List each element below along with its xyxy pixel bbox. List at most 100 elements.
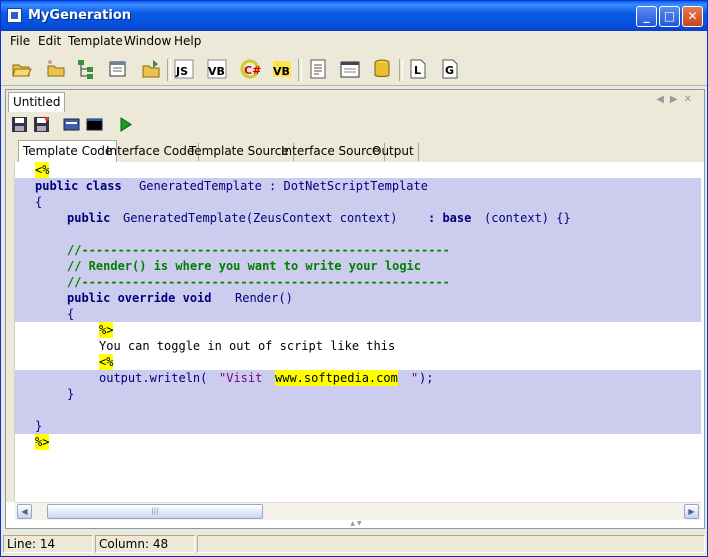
menu-help[interactable]: Help bbox=[174, 34, 201, 48]
code-line: %> bbox=[15, 322, 701, 338]
code-line: You can toggle in out of script like thi… bbox=[15, 338, 701, 354]
code-string: "Visit bbox=[219, 371, 270, 385]
code-tab-strip: Template Code Interface Code Template So… bbox=[6, 138, 704, 163]
code-text: Render() bbox=[235, 291, 293, 305]
code-line: public class GeneratedTemplate : DotNetS… bbox=[15, 178, 701, 194]
literal-text: You can toggle in out of script like thi… bbox=[99, 339, 396, 353]
open-folder-icon[interactable] bbox=[11, 58, 33, 80]
document-tab-bar: Untitled ◀▶✕ bbox=[6, 90, 704, 113]
status-bar: Line: 14 Column: 48 bbox=[1, 532, 707, 556]
code-line: } bbox=[15, 386, 701, 402]
window-list-icon[interactable] bbox=[339, 58, 361, 80]
maximize-button[interactable]: □ bbox=[659, 6, 680, 27]
code-line: <% bbox=[15, 354, 701, 370]
save-icon[interactable] bbox=[11, 116, 28, 133]
script-close-marker: %> bbox=[35, 434, 50, 450]
code-editor[interactable]: <% public class GeneratedTemplate : DotN… bbox=[15, 162, 701, 502]
save-as-icon[interactable] bbox=[33, 116, 50, 133]
code-text: } bbox=[67, 387, 75, 401]
window-title: MyGeneration bbox=[28, 8, 132, 23]
code-text: output.writeln( bbox=[99, 371, 208, 385]
svg-text:G: G bbox=[445, 64, 454, 77]
code-text: GeneratedTemplate(ZeusContext context) bbox=[123, 211, 405, 225]
code-text: GeneratedTemplate : DotNetScriptTemplate bbox=[139, 179, 428, 193]
code-line: %> bbox=[15, 434, 701, 450]
status-column: Column: 48 bbox=[95, 535, 195, 553]
code-text: ); bbox=[419, 371, 434, 385]
vb-script-icon[interactable]: VB bbox=[206, 58, 228, 80]
minimize-button[interactable]: _ bbox=[636, 6, 657, 27]
code-line: // Render() is where you want to write y… bbox=[15, 258, 701, 274]
js-script-icon[interactable]: JS bbox=[173, 58, 195, 80]
svg-text:C#: C# bbox=[244, 64, 261, 77]
toolbar-separator bbox=[399, 59, 403, 81]
vb-alt-script-icon[interactable]: VB bbox=[271, 58, 293, 80]
code-text: { bbox=[67, 307, 75, 321]
menu-window[interactable]: Window bbox=[124, 34, 171, 48]
csharp-script-icon[interactable]: C# bbox=[239, 58, 261, 80]
run-icon[interactable] bbox=[117, 116, 134, 133]
menu-file[interactable]: File bbox=[10, 34, 30, 48]
script-open-marker: <% bbox=[35, 162, 50, 178]
code-comment: //--------------------------------------… bbox=[67, 275, 450, 289]
l-document-icon[interactable]: L bbox=[407, 58, 429, 80]
document-list-icon[interactable] bbox=[307, 58, 329, 80]
splitter-handle[interactable]: ▲ ▼ bbox=[306, 521, 406, 527]
code-line: //--------------------------------------… bbox=[15, 274, 701, 290]
console-icon[interactable] bbox=[86, 116, 103, 133]
status-empty bbox=[197, 535, 705, 553]
status-line: Line: 14 bbox=[3, 535, 93, 553]
code-comment: //--------------------------------------… bbox=[67, 243, 450, 257]
main-toolbar: JS VB C# VB L G bbox=[1, 53, 707, 86]
app-window: MyGeneration _ □ ✕ File Edit Template Wi… bbox=[0, 0, 708, 557]
toolbar-separator bbox=[298, 59, 302, 81]
document-panel: Untitled ◀▶✕ Template Code Interface Cod… bbox=[5, 89, 705, 529]
g-document-icon[interactable]: G bbox=[439, 58, 461, 80]
svg-text:JS: JS bbox=[175, 65, 188, 78]
code-keyword: public class bbox=[35, 179, 129, 193]
menu-bar: File Edit Template Window Help bbox=[1, 31, 707, 51]
code-line: public GeneratedTemplate(ZeusContext con… bbox=[15, 210, 701, 226]
code-text: { bbox=[35, 195, 43, 209]
code-line: public override void Render() bbox=[15, 290, 701, 306]
script-close-marker: %> bbox=[99, 322, 114, 338]
tab-output[interactable]: Output bbox=[368, 143, 419, 161]
close-button[interactable]: ✕ bbox=[682, 6, 703, 27]
code-keyword: : base bbox=[428, 211, 472, 225]
horizontal-scrollbar[interactable]: ◀ ||| ▶ bbox=[15, 502, 701, 520]
document-tab[interactable]: Untitled bbox=[8, 92, 66, 112]
highlighted-url: www.softpedia.com bbox=[275, 370, 398, 386]
document-toolbar bbox=[6, 112, 704, 139]
svg-text:L: L bbox=[414, 64, 421, 77]
scroll-left-button[interactable]: ◀ bbox=[17, 504, 32, 519]
svg-text:VB: VB bbox=[273, 65, 290, 78]
script-open-marker: <% bbox=[99, 354, 114, 370]
code-line bbox=[15, 402, 701, 418]
menu-edit[interactable]: Edit bbox=[38, 34, 61, 48]
app-icon bbox=[7, 8, 22, 23]
properties-icon[interactable] bbox=[63, 116, 80, 133]
open-folder-arrow-icon[interactable] bbox=[141, 58, 163, 80]
toolbar-separator bbox=[167, 59, 171, 81]
code-line: <% bbox=[15, 162, 701, 178]
code-line: //--------------------------------------… bbox=[15, 242, 701, 258]
tab-nav-arrows[interactable]: ◀▶✕ bbox=[656, 94, 698, 105]
code-text: } bbox=[35, 419, 43, 433]
scroll-right-button[interactable]: ▶ bbox=[684, 504, 699, 519]
folder-icon[interactable] bbox=[45, 58, 67, 80]
menu-template[interactable]: Template bbox=[68, 34, 123, 48]
tree-icon[interactable] bbox=[75, 58, 97, 80]
code-comment: // Render() is where you want to write y… bbox=[67, 259, 422, 273]
code-line: output.writeln( "Visit www.softpedia.com "… bbox=[15, 370, 701, 386]
title-bar[interactable]: MyGeneration _ □ ✕ bbox=[1, 1, 707, 31]
database-icon[interactable] bbox=[371, 58, 393, 80]
editor-gutter bbox=[6, 162, 15, 502]
code-keyword: public override void bbox=[67, 291, 219, 305]
window-icon[interactable] bbox=[107, 58, 129, 80]
svg-text:VB: VB bbox=[208, 65, 225, 78]
code-text: (context) {} bbox=[484, 211, 571, 225]
code-line: { bbox=[15, 194, 701, 210]
code-string: " bbox=[411, 371, 419, 385]
code-line bbox=[15, 226, 701, 242]
scroll-thumb[interactable]: ||| bbox=[47, 504, 263, 519]
